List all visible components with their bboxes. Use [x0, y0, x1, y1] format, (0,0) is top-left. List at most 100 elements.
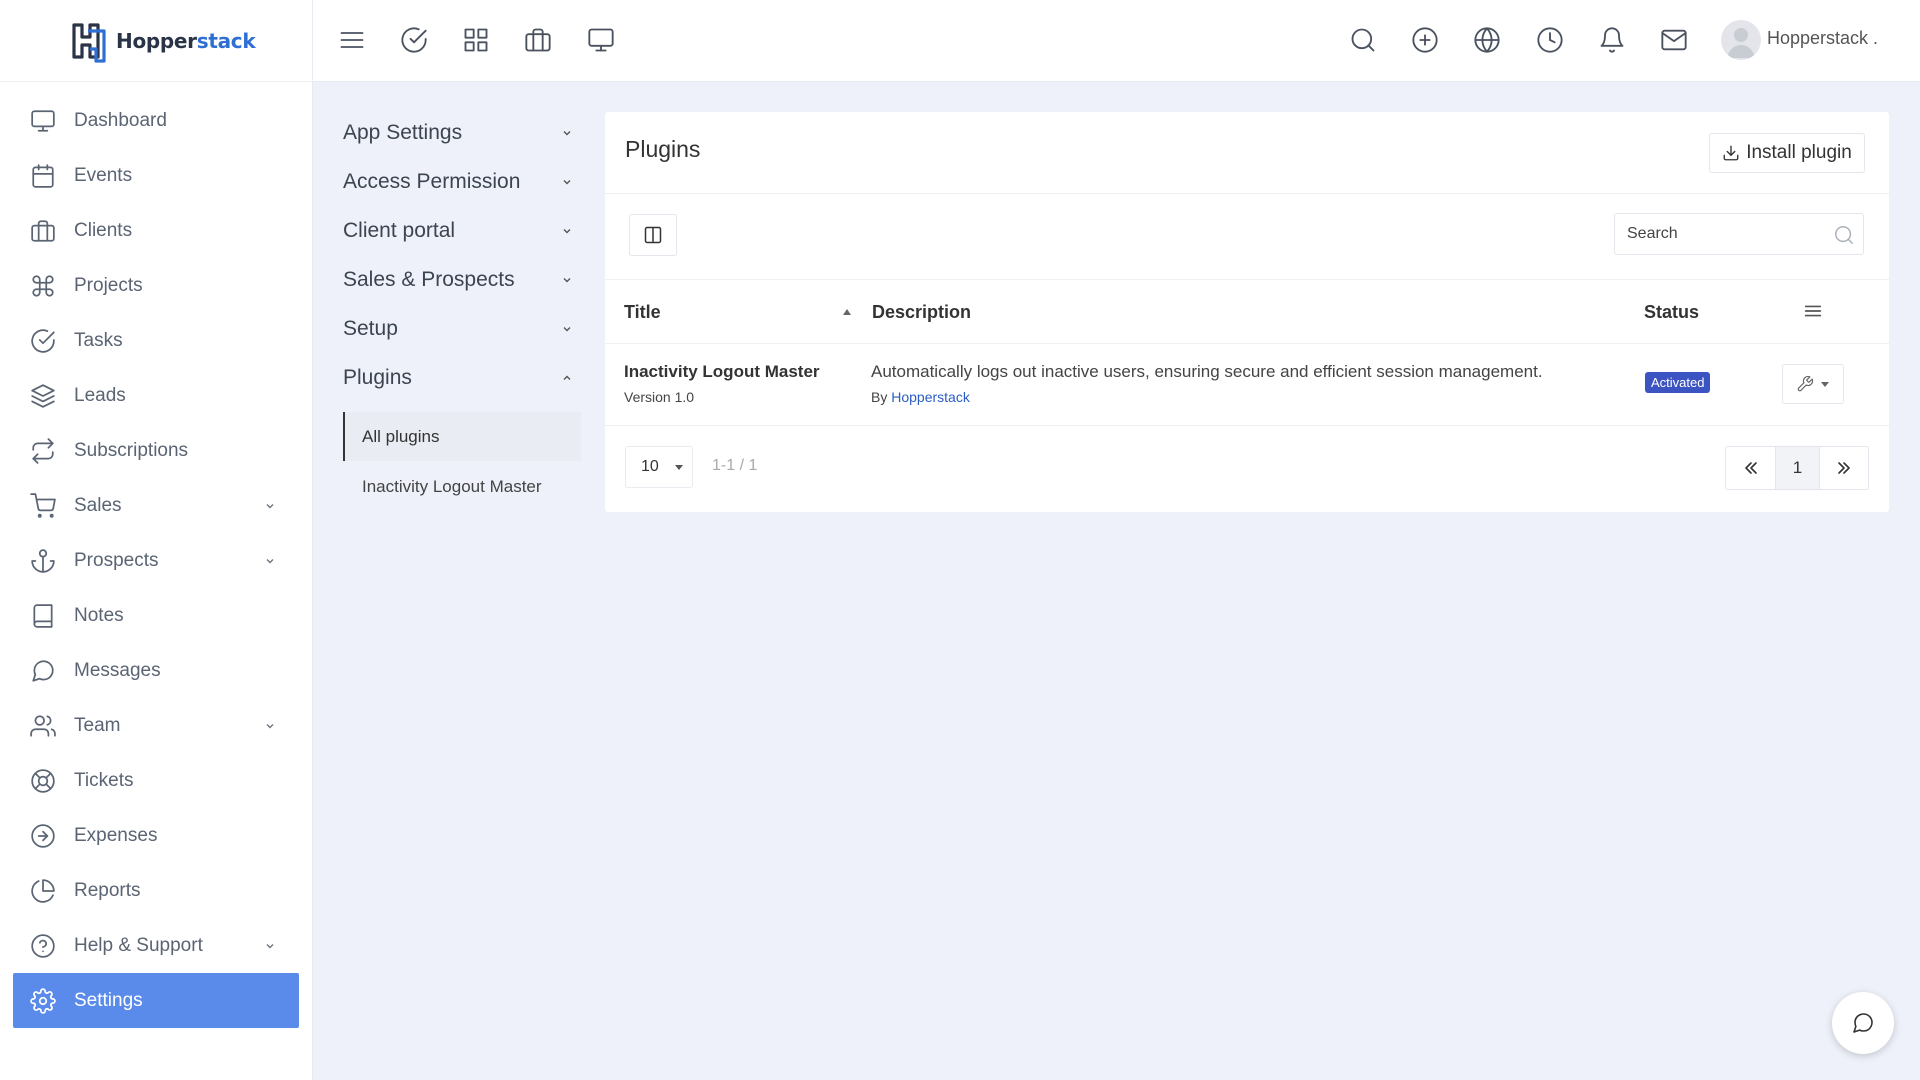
monitor-icon	[31, 109, 55, 132]
clock-icon[interactable]	[1536, 26, 1564, 54]
briefcase-icon[interactable]	[524, 26, 552, 54]
table-header: Title Description Status	[605, 280, 1889, 344]
sidebar-item-label: Subscriptions	[74, 439, 189, 461]
sidebar-item-notes[interactable]: Notes	[0, 588, 312, 643]
sidebar-item-label: Tasks	[74, 329, 123, 351]
avatar[interactable]	[1721, 20, 1761, 60]
sidebar-item-tasks[interactable]: Tasks	[0, 313, 312, 368]
column-menu-icon[interactable]	[1802, 300, 1824, 322]
hopperstack-logo-icon	[72, 22, 106, 63]
sidebar-item-prospects[interactable]: Prospects	[0, 533, 312, 588]
users-icon	[30, 714, 56, 737]
sidebar-item-label: Leads	[74, 384, 126, 406]
chevron-down-icon	[266, 503, 274, 508]
sidebar-item-clients[interactable]: Clients	[0, 203, 312, 258]
sidebar-item-team[interactable]: Team	[0, 698, 312, 753]
plugins-submenu-inactivity-logout-master[interactable]: Inactivity Logout Master	[343, 462, 581, 511]
table-row: Inactivity Logout Master Version 1.0 Aut…	[605, 344, 1889, 426]
sidebar-item-subscriptions[interactable]: Subscriptions	[0, 423, 312, 478]
page-size-value: 10	[641, 458, 659, 475]
sidebar-item-dashboard[interactable]: Dashboard	[0, 93, 312, 148]
briefcase-icon	[31, 219, 55, 242]
settings-icon	[30, 987, 56, 1014]
book-icon	[33, 603, 53, 628]
menu-icon[interactable]	[338, 26, 366, 54]
sort-asc-icon[interactable]	[842, 308, 852, 316]
sidebar-item-messages[interactable]: Messages	[0, 643, 312, 698]
chevron-down-icon	[563, 228, 571, 233]
plugin-title: Inactivity Logout Master	[624, 362, 820, 381]
page-title: Plugins	[625, 136, 701, 162]
sidebar-item-settings[interactable]: Settings	[13, 973, 299, 1028]
settings-group-label: Setup	[343, 316, 398, 340]
plus-circle-icon[interactable]	[1411, 26, 1439, 54]
command-icon	[32, 274, 54, 297]
column-visibility-button[interactable]	[629, 214, 677, 256]
wrench-icon	[1797, 375, 1814, 392]
grid-icon[interactable]	[462, 26, 490, 54]
settings-group-access-permission[interactable]: Access Permission	[343, 157, 581, 206]
settings-group-app-settings[interactable]: App Settings	[343, 108, 581, 157]
page-number-button[interactable]: 1	[1775, 447, 1819, 489]
sidebar-item-projects[interactable]: Projects	[0, 258, 312, 313]
table-toolbar	[605, 194, 1889, 280]
monitor-icon[interactable]	[587, 26, 615, 54]
globe-icon[interactable]	[1473, 26, 1501, 54]
plugin-author: By Hopperstack	[871, 389, 970, 405]
column-header-status[interactable]: Status	[1644, 302, 1699, 323]
previous-page-button[interactable]	[1726, 447, 1775, 489]
install-plugin-button[interactable]: Install plugin	[1709, 133, 1865, 173]
columns-icon	[644, 226, 662, 244]
sidebar-item-leads[interactable]: Leads	[0, 368, 312, 423]
caret-down-icon	[1821, 382, 1829, 387]
sidebar-item-label: Help & Support	[74, 934, 203, 956]
sidebar-item-label: Tickets	[74, 769, 134, 791]
search-icon[interactable]	[1349, 26, 1377, 54]
settings-group-client-portal[interactable]: Client portal	[343, 206, 581, 255]
author-link[interactable]: Hopperstack	[891, 389, 970, 405]
sidebar-item-tickets[interactable]: Tickets	[0, 753, 312, 808]
mail-icon[interactable]	[1660, 26, 1688, 54]
plugin-description: Automatically logs out inactive users, e…	[871, 362, 1543, 381]
page-info: 1-1 / 1	[712, 457, 758, 474]
sidebar-item-label: Expenses	[74, 824, 158, 846]
user-name[interactable]: Hopperstack .	[1767, 28, 1878, 49]
brand-logo[interactable]: Hopperstack	[0, 0, 312, 82]
plugins-card: Plugins Install plugin Title Description…	[605, 112, 1889, 512]
check-circle-icon[interactable]	[400, 26, 428, 54]
bell-icon[interactable]	[1598, 26, 1626, 54]
plugins-submenu-all-plugins[interactable]: All plugins	[343, 412, 581, 461]
card-header: Plugins Install plugin	[605, 112, 1889, 194]
sidebar-item-events[interactable]: Events	[0, 148, 312, 203]
topbar: Hopperstack .	[313, 0, 1920, 82]
sidebar-item-reports[interactable]: Reports	[0, 863, 312, 918]
brand-name: Hopperstack	[116, 28, 256, 53]
arrow-right-circle-icon	[31, 823, 55, 848]
plugin-actions-dropdown[interactable]	[1782, 364, 1844, 404]
next-page-button[interactable]	[1819, 447, 1868, 489]
page-size-select[interactable]: 10	[625, 446, 693, 488]
sidebar-item-label: Projects	[74, 274, 143, 296]
settings-group-setup[interactable]: Setup	[343, 304, 581, 353]
sidebar-item-label: Dashboard	[74, 109, 167, 131]
repeat-icon	[32, 437, 54, 464]
sidebar-item-label: Notes	[74, 604, 124, 626]
life-buoy-icon	[31, 768, 55, 793]
pie-chart-icon	[31, 878, 55, 903]
chat-button[interactable]	[1832, 992, 1894, 1054]
chevron-down-icon	[563, 326, 571, 331]
column-header-description[interactable]: Description	[872, 302, 971, 323]
pagination: 1	[1725, 446, 1869, 490]
settings-group-sales-prospects[interactable]: Sales & Prospects	[343, 255, 581, 304]
sidebar-item-expenses[interactable]: Expenses	[0, 808, 312, 863]
settings-group-plugins[interactable]: Plugins	[343, 353, 581, 402]
message-circle-icon	[1853, 1013, 1873, 1033]
sidebar-item-sales[interactable]: Sales	[0, 478, 312, 533]
settings-nav: App Settings Access Permission Client po…	[343, 108, 581, 511]
plugin-version: Version 1.0	[624, 389, 695, 405]
search-input[interactable]	[1615, 214, 1863, 254]
sidebar-item-help-support[interactable]: Help & Support	[0, 918, 312, 973]
chevron-down-icon	[266, 943, 274, 948]
column-header-title[interactable]: Title	[624, 302, 661, 323]
check-circle-icon	[31, 328, 55, 353]
